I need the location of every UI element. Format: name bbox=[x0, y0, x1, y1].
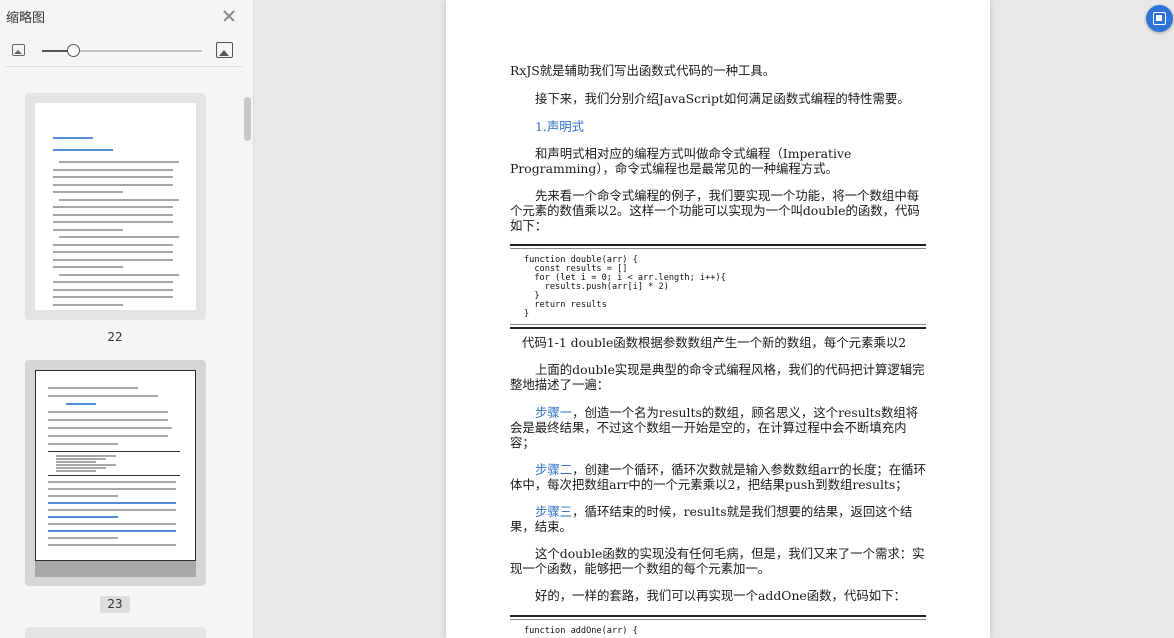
thumbnail-text-line bbox=[66, 403, 96, 405]
sidebar-scrollbar[interactable] bbox=[244, 97, 251, 141]
zoom-slider-track[interactable] bbox=[42, 50, 202, 52]
code-caption: 代码1-1 double函数根据参数数组产生一个新的数组，每个元素乘以2 bbox=[522, 335, 907, 350]
thumbnail-image bbox=[35, 103, 196, 310]
thumbnail-text-line bbox=[48, 419, 168, 421]
sidebar-divider bbox=[6, 66, 242, 67]
paragraph: 这个double函数的实现没有任何毛病，但是，我们又来了一个需求：实现一个函数，… bbox=[510, 546, 925, 576]
sidebar-header: 缩略图 bbox=[0, 0, 253, 34]
paragraph: 好的，一样的套路，我们可以再实现一个addOne函数，代码如下： bbox=[535, 588, 906, 603]
thumbnail-page-next[interactable] bbox=[25, 627, 206, 638]
step-text: ，创建一个循环，循环次数就是输入参数数组arr的长度；在循环体中，每次把数组ar… bbox=[510, 462, 926, 492]
step-label: 步骤二 bbox=[535, 462, 573, 477]
thumbnail-page-number-selected: 23 bbox=[100, 596, 130, 613]
thumbnail-text-line bbox=[48, 387, 138, 389]
thumbnail-text-line bbox=[48, 488, 176, 490]
step-text: ，创造一个名为results的数组，顾名思义，这个results数组将会是最终结… bbox=[510, 405, 919, 450]
thumbnail-text-line bbox=[48, 395, 158, 397]
thumbnail-text-line bbox=[48, 516, 118, 518]
thumbnail-text-line bbox=[56, 455, 116, 457]
thumbnail-sidebar: 缩略图 22 23 bbox=[0, 0, 254, 638]
thumbnail-text-line bbox=[48, 451, 180, 452]
code-line: } bbox=[524, 309, 530, 319]
thumbnail-text-line bbox=[53, 266, 123, 268]
thumbnail-text-line bbox=[53, 251, 173, 253]
thumbnail-viewport-indicator bbox=[35, 561, 196, 577]
sidebar-title: 缩略图 bbox=[6, 11, 46, 26]
thumbnail-text-line bbox=[59, 198, 179, 201]
thumbnail-page-number: 22 bbox=[107, 330, 123, 344]
thumbnail-text-line bbox=[48, 427, 172, 429]
paragraph: 先来看一个命令式编程的例子，我们要实现一个功能，将一个数组中每个元素的数值乘以2… bbox=[510, 188, 920, 233]
thumbnail-text-line bbox=[53, 296, 173, 298]
thumbnail-text-line bbox=[56, 461, 96, 463]
thumbnail-text-line bbox=[48, 530, 176, 532]
thumbnail-text-line bbox=[59, 236, 179, 238]
thumbnail-text-line bbox=[48, 495, 118, 497]
thumbnail-text-line bbox=[56, 458, 106, 460]
thumbnail-text-line bbox=[59, 161, 179, 163]
thumbnail-text-line bbox=[48, 509, 176, 511]
paragraph: 接下来，我们分别介绍JavaScript如何满足函数式编程的特性需要。 bbox=[535, 91, 910, 106]
paragraph-step-1: 步骤一，创造一个名为results的数组，顾名思义，这个results数组将会是… bbox=[510, 405, 926, 450]
thumbnail-page-23[interactable] bbox=[25, 360, 206, 586]
thumbnail-image bbox=[35, 370, 196, 561]
step-label: 步骤三 bbox=[535, 504, 573, 519]
thumbnail-text-line bbox=[48, 523, 176, 525]
thumbnail-text-line bbox=[53, 183, 173, 186]
thumbnail-text-line bbox=[53, 303, 123, 306]
thumbnail-text-line bbox=[48, 502, 176, 504]
thumbnail-page-22[interactable] bbox=[25, 93, 206, 320]
thumbnail-text-line bbox=[53, 243, 173, 246]
document-page: RxJS就是辅助我们写出函数式代码的一种工具。 接下来，我们分别介绍JavaSc… bbox=[446, 0, 990, 638]
thumbnail-text-line bbox=[48, 475, 180, 476]
thumbnail-text-line bbox=[53, 149, 113, 151]
thumbnail-text-line bbox=[48, 481, 176, 483]
thumbnail-text-line bbox=[48, 411, 168, 413]
thumbnail-text-line bbox=[53, 258, 173, 261]
thumbnail-text-line bbox=[53, 221, 173, 223]
code-line: return results bbox=[524, 300, 607, 310]
thumbnail-text-line bbox=[53, 213, 173, 216]
image-small-icon[interactable] bbox=[12, 44, 25, 56]
thumbnail-text-line bbox=[53, 206, 173, 208]
thumbnail-text-line bbox=[56, 470, 96, 472]
translate-icon bbox=[1153, 12, 1166, 25]
thumbnail-zoom-control bbox=[0, 40, 254, 62]
translate-button[interactable] bbox=[1146, 5, 1173, 32]
thumbnail-text-line bbox=[53, 168, 173, 171]
image-large-icon[interactable] bbox=[216, 42, 233, 58]
thumbnail-text-line bbox=[48, 537, 118, 539]
thumbnail-text-line bbox=[56, 464, 116, 466]
section-heading: 1.声明式 bbox=[535, 119, 584, 134]
thumbnail-text-line bbox=[59, 273, 179, 276]
paragraph: RxJS就是辅助我们写出函数式代码的一种工具。 bbox=[510, 63, 776, 78]
thumbnail-text-line bbox=[53, 228, 123, 231]
thumbnail-text-line bbox=[48, 544, 176, 546]
thumbnail-text-line bbox=[48, 435, 168, 437]
thumbnail-text-line bbox=[53, 176, 173, 178]
zoom-slider-thumb[interactable] bbox=[67, 44, 80, 57]
step-label: 步骤一 bbox=[535, 405, 573, 420]
code-line: results.push(arr[i] * 2) bbox=[524, 282, 669, 292]
paragraph: 上面的double实现是典型的命令式编程风格，我们的代码把计算逻辑完整地描述了一… bbox=[510, 362, 925, 392]
thumbnail-text-line bbox=[53, 281, 173, 283]
paragraph: 和声明式相对应的编程方式叫做命令式编程（Imperative Programmi… bbox=[510, 146, 852, 176]
thumbnail-text-line bbox=[53, 191, 123, 193]
code-block: function double(arr) { const results = [… bbox=[510, 244, 926, 329]
thumbnail-text-line bbox=[56, 467, 106, 469]
thumbnail-text-line bbox=[48, 443, 118, 445]
paragraph-step-3: 步骤三，循环结束的时候，results就是我们想要的结果，返回这个结果，结束。 bbox=[510, 504, 926, 534]
code-line: function addOne(arr) { bbox=[524, 626, 638, 636]
close-icon[interactable] bbox=[221, 8, 237, 24]
code-block: function addOne(arr) { bbox=[510, 615, 926, 638]
thumbnail-text-line bbox=[53, 288, 173, 291]
paragraph-step-2: 步骤二，创建一个循环，循环次数就是输入参数数组arr的长度；在循环体中，每次把数… bbox=[510, 462, 926, 492]
thumbnail-text-line bbox=[53, 137, 93, 139]
